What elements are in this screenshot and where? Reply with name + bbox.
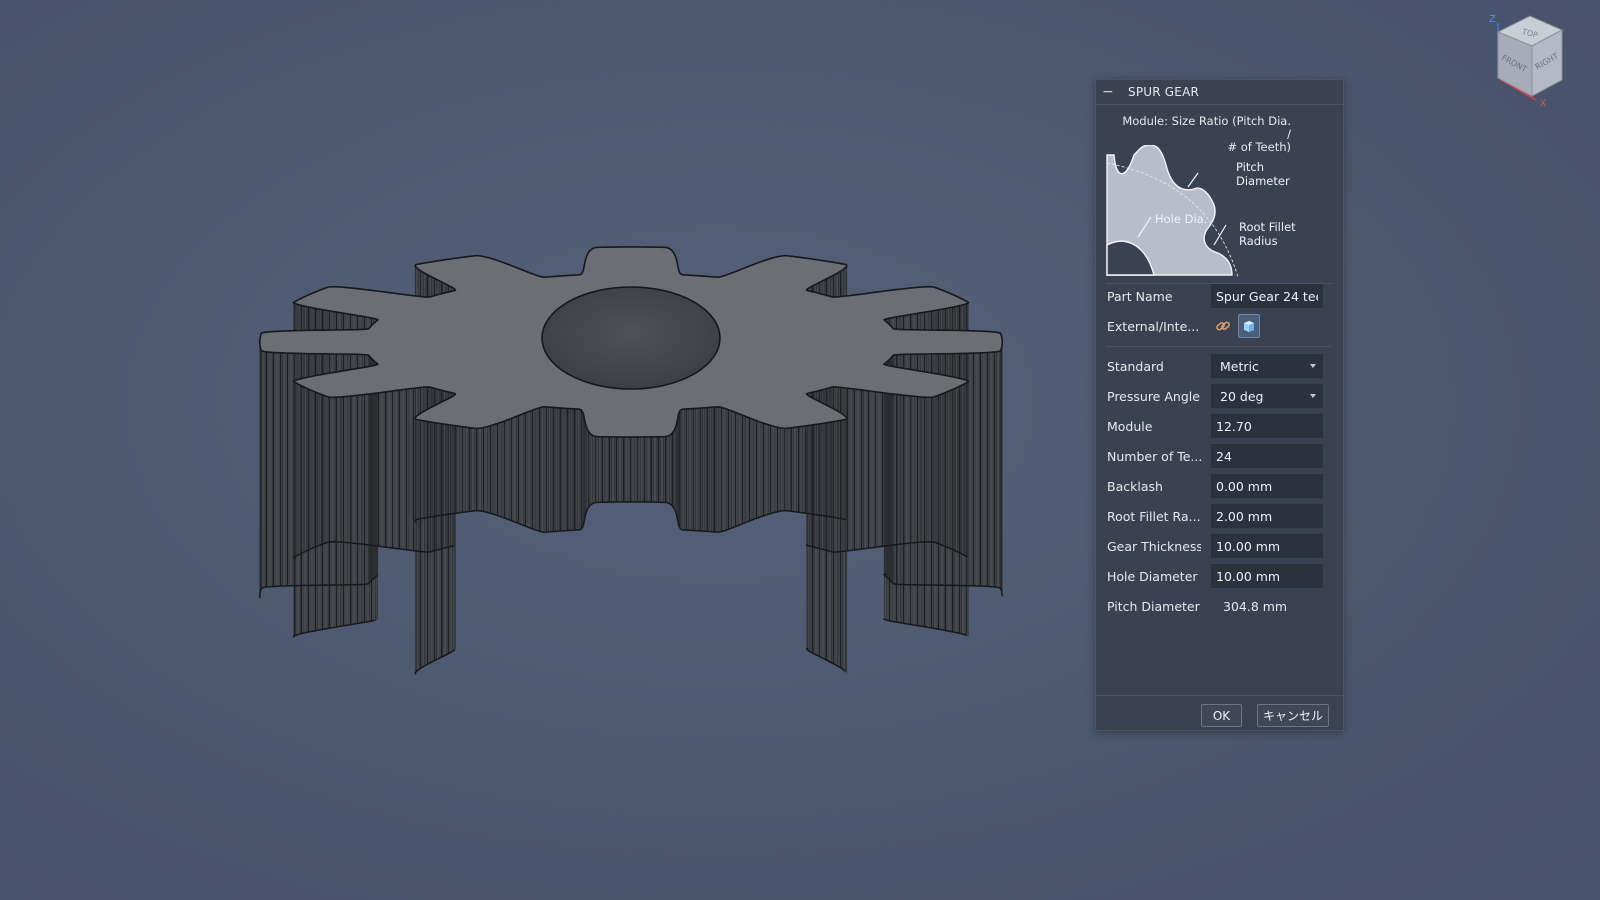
spur-gear-dialog: − SPUR GEAR Module: Size Ratio (Pitch Di… (1095, 79, 1344, 731)
pitch-diameter-value: 304.8 mm (1223, 599, 1288, 614)
panel-header: − SPUR GEAR (1096, 80, 1343, 105)
standard-label: Standard (1107, 358, 1164, 374)
root-fillet-radius-row: Root Fillet Ra... (1107, 504, 1327, 528)
hole-diameter-input[interactable] (1211, 564, 1323, 588)
root-fillet-label: Root Fillet Radius (1239, 220, 1296, 248)
chevron-down-icon (1310, 364, 1316, 368)
module-input[interactable] (1211, 414, 1323, 438)
hole-diameter-label: Hole Diameter (1107, 568, 1198, 584)
link-icon[interactable] (1215, 314, 1231, 338)
pitch-diameter-label: Pitch Diameter (1107, 598, 1200, 614)
chevron-down-icon (1310, 394, 1316, 398)
root-fillet-radius-label: Root Fillet Ra... (1107, 508, 1201, 524)
pitch-diameter-row: Pitch Diameter 304.8 mm (1107, 594, 1327, 618)
diagram-title-line1: Module: Size Ratio (Pitch Dia. / (1122, 114, 1291, 141)
axis-x-label: X (1540, 99, 1546, 108)
standard-row: Standard Metric (1107, 354, 1327, 378)
hole-diameter-row: Hole Diameter (1107, 564, 1327, 588)
module-label: Module (1107, 418, 1153, 434)
gear-thickness-label: Gear Thickness (1107, 538, 1201, 554)
gear-diagram: Module: Size Ratio (Pitch Dia. / # of Te… (1106, 105, 1333, 284)
root-fillet-radius-input[interactable] (1211, 504, 1323, 528)
view-cube[interactable]: Z X TOP FRONT RIGHT (1480, 8, 1590, 108)
part-name-row: Part Name (1107, 284, 1327, 308)
pitch-diameter-label: Pitch Diameter (1236, 160, 1290, 188)
pitch-diameter-label-line2: Diameter (1236, 174, 1290, 188)
pressure-angle-row: Pressure Angle 20 deg (1107, 384, 1327, 408)
backlash-label: Backlash (1107, 478, 1163, 494)
pitch-diameter-label-line1: Pitch (1236, 160, 1264, 174)
3d-viewport[interactable] (0, 0, 1600, 900)
separator (1106, 346, 1331, 347)
gear-center-hole[interactable] (541, 286, 721, 390)
gear-thickness-input[interactable] (1211, 534, 1323, 558)
backlash-input[interactable] (1211, 474, 1323, 498)
number-of-teeth-label: Number of Te... (1107, 448, 1201, 464)
cancel-button[interactable]: キャンセル (1257, 704, 1329, 727)
hole-dia-label: Hole Dia. (1155, 212, 1208, 226)
gear-thickness-row: Gear Thickness (1107, 534, 1327, 558)
pressure-angle-label: Pressure Angle (1107, 388, 1200, 404)
standard-value: Metric (1220, 358, 1259, 374)
panel-title: SPUR GEAR (1128, 85, 1200, 99)
number-of-teeth-input[interactable] (1211, 444, 1323, 468)
external-internal-row: External/Inte... (1107, 314, 1327, 338)
spur-gear-model[interactable] (0, 0, 1600, 900)
gear-diagram-illustration (1106, 145, 1239, 278)
part-name-input[interactable] (1211, 284, 1323, 308)
dialog-footer: OK キャンセル (1096, 695, 1343, 731)
number-of-teeth-row: Number of Te... (1107, 444, 1327, 468)
ok-button[interactable]: OK (1201, 704, 1242, 727)
root-fillet-label-line1: Root Fillet (1239, 220, 1296, 234)
pressure-angle-value: 20 deg (1220, 388, 1264, 404)
axis-z-label: Z (1489, 14, 1496, 25)
root-fillet-label-line2: Radius (1239, 234, 1278, 248)
backlash-row: Backlash (1107, 474, 1327, 498)
pressure-angle-dropdown[interactable]: 20 deg (1211, 384, 1323, 408)
module-row: Module (1107, 414, 1327, 438)
external-internal-label: External/Inte... (1107, 318, 1200, 334)
collapse-button[interactable]: − (1102, 84, 1116, 100)
standard-dropdown[interactable]: Metric (1211, 354, 1323, 378)
component-cube-icon[interactable] (1238, 314, 1260, 338)
part-name-label: Part Name (1107, 288, 1173, 304)
